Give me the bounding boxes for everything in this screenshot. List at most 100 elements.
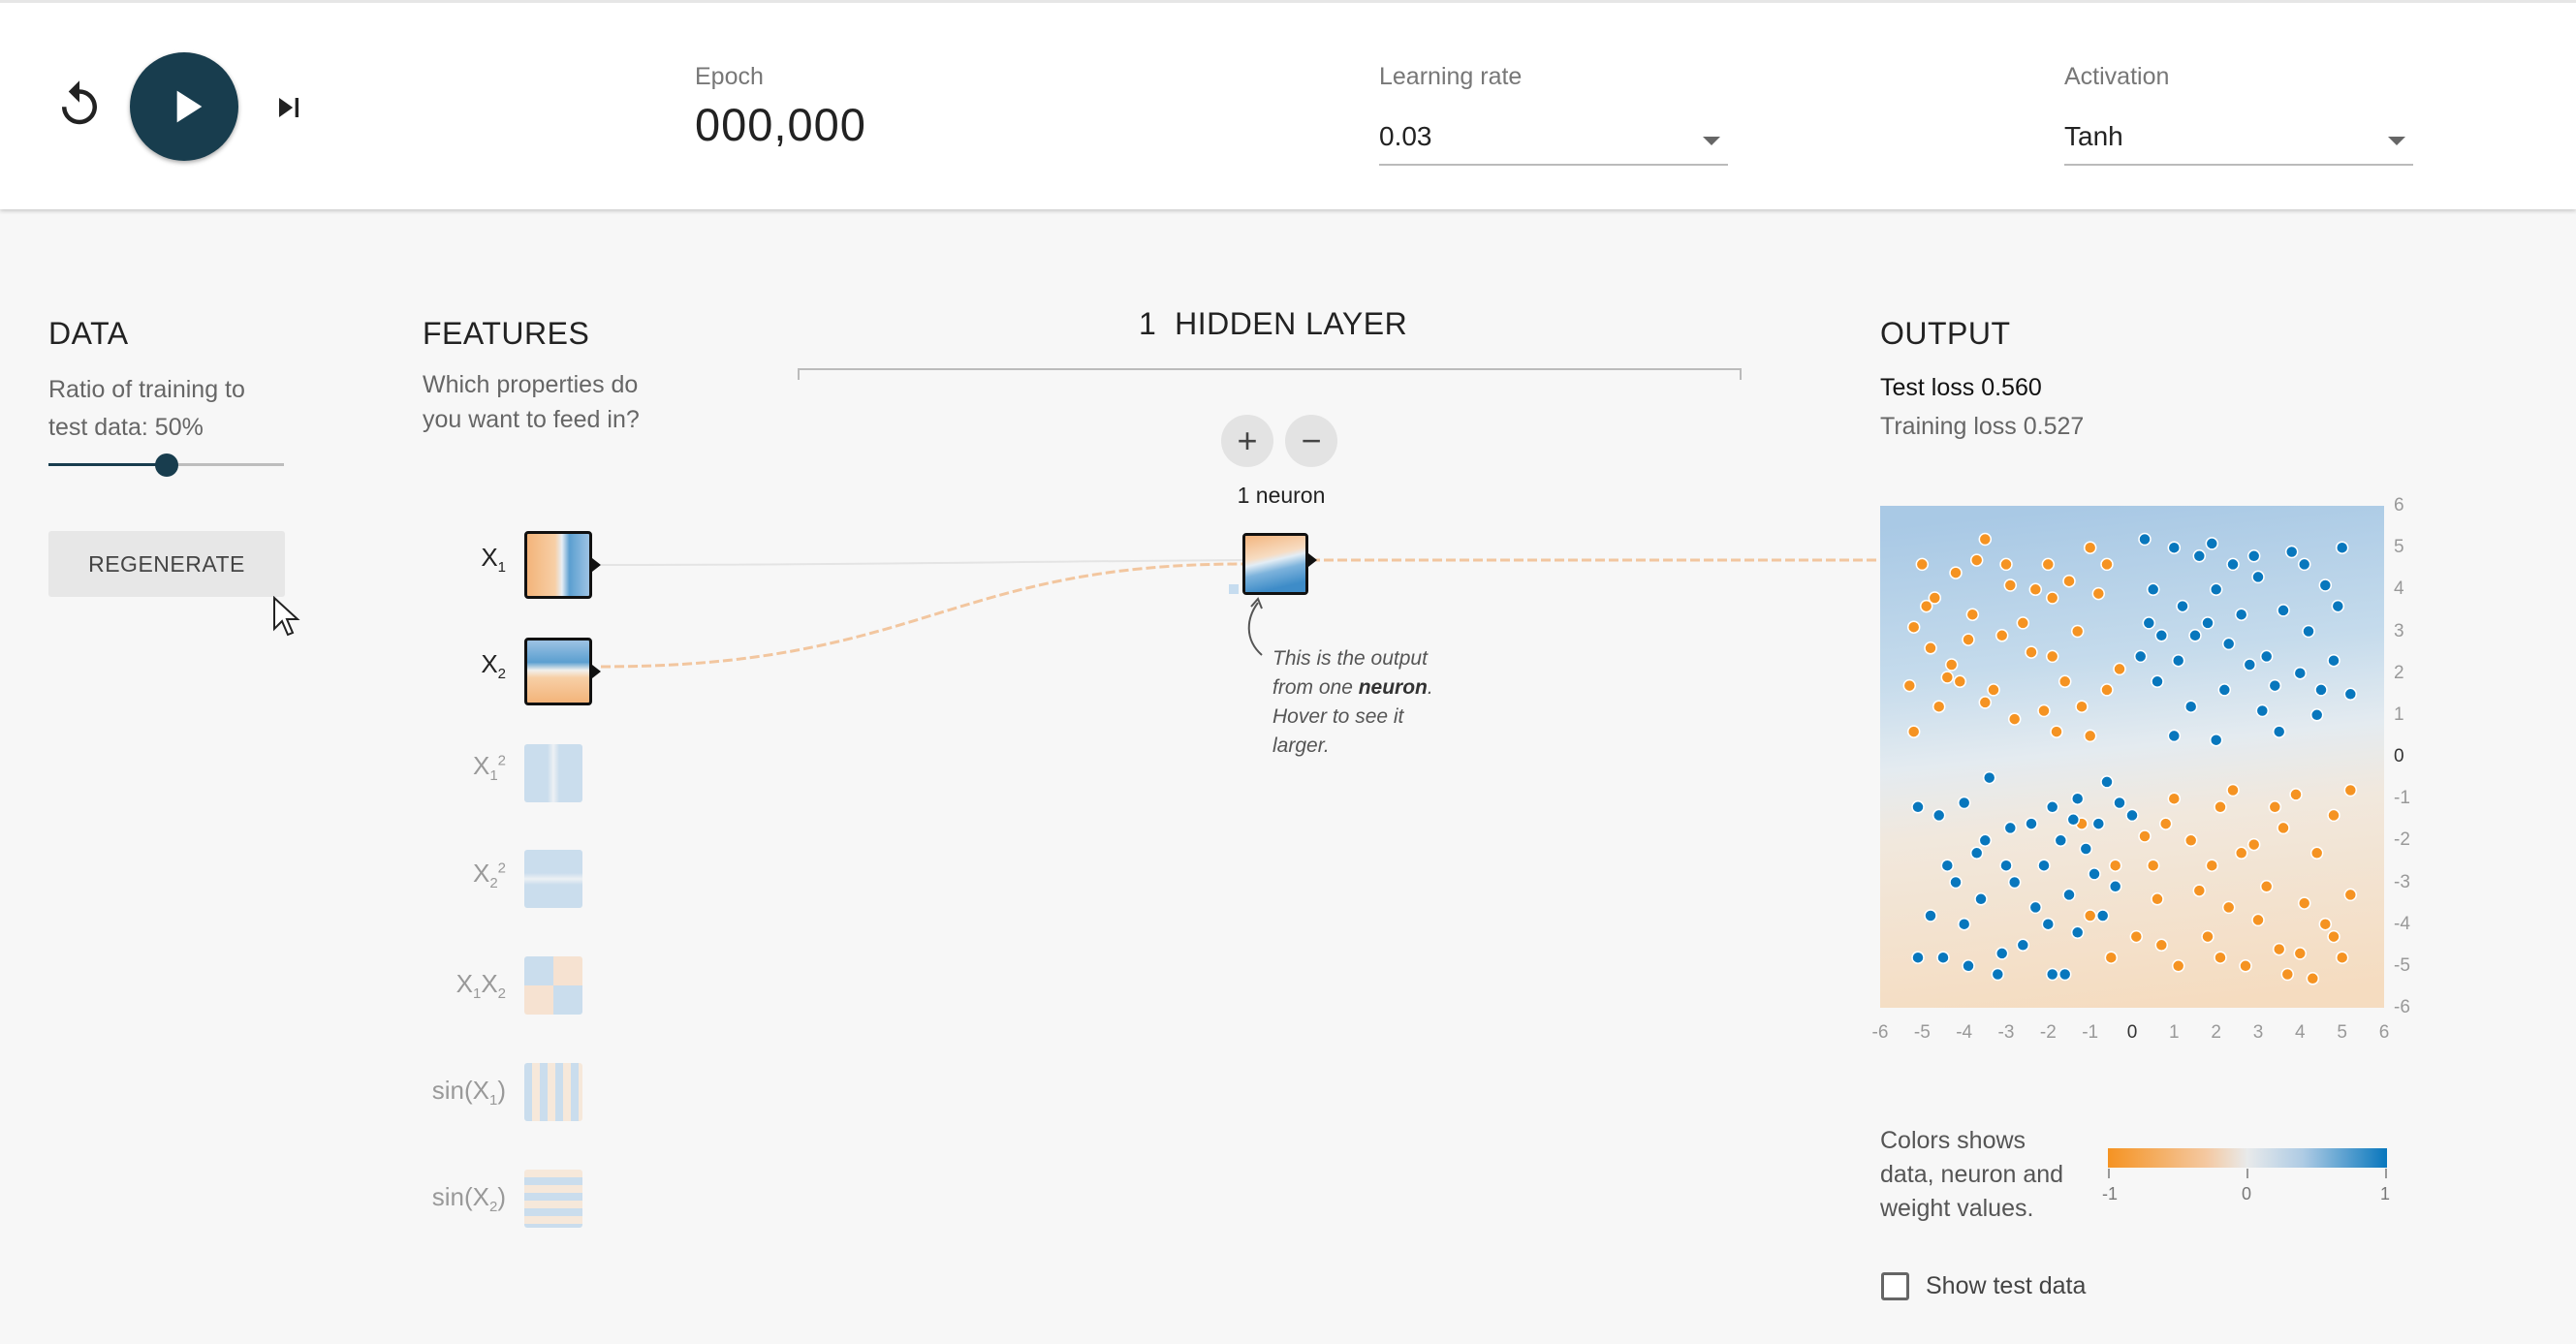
colorbar-mark-min: [2108, 1169, 2110, 1178]
step-icon[interactable]: [269, 88, 308, 127]
x-tick-label: 3: [2252, 1022, 2264, 1043]
activation-select[interactable]: Tanh: [2064, 104, 2413, 166]
data-point: [2142, 616, 2156, 630]
data-point: [2335, 541, 2349, 554]
data-point: [2272, 725, 2286, 738]
data-point: [2167, 792, 2182, 805]
feature-x1sq-base: X: [472, 751, 490, 780]
y-tick-label: 4: [2394, 578, 2404, 600]
data-point: [2246, 549, 2261, 563]
feature-sin-x2-toggle[interactable]: [524, 1170, 582, 1228]
data-point: [2209, 733, 2223, 747]
regenerate-button[interactable]: REGENERATE: [48, 531, 285, 597]
data-point: [2183, 833, 2198, 848]
feature-x2-toggle[interactable]: [524, 638, 592, 705]
feature-x2sq-sub: 2: [489, 875, 498, 892]
neuron-port: [1308, 553, 1317, 567]
ratio-slider-fill: [48, 463, 167, 466]
data-point: [2151, 892, 2164, 906]
learning-rate-select[interactable]: 0.03: [1379, 104, 1728, 166]
data-point: [1932, 808, 1946, 823]
feature-sinx1-base: sin(X: [431, 1076, 489, 1105]
feature-x1-port: [592, 558, 601, 572]
neuron-node[interactable]: [1242, 533, 1308, 595]
data-point: [1969, 553, 1984, 567]
play-button[interactable]: [130, 52, 238, 161]
data-point: [2108, 880, 2122, 893]
epoch-label: Epoch: [695, 63, 764, 90]
data-point: [2234, 608, 2248, 621]
data-point: [2176, 599, 2189, 613]
data-point: [2255, 703, 2270, 718]
data-point: [1962, 633, 1975, 646]
data-point: [1924, 641, 1937, 655]
data-point: [2205, 859, 2219, 872]
data-point: [2041, 917, 2056, 931]
y-tick-label: 1: [2394, 703, 2404, 725]
data-point: [2083, 729, 2097, 743]
data-point: [2171, 653, 2185, 668]
note-line2: from one neuron.: [1272, 673, 1466, 703]
features-subtitle: Which properties do you want to feed in?: [423, 367, 640, 437]
data-title: DATA: [48, 316, 129, 351]
show-test-data-checkbox[interactable]: [1881, 1272, 1909, 1300]
ratio-label-line2: test data: 50%: [48, 414, 204, 441]
data-point: [1915, 557, 1930, 572]
feature-x1x2-base1: X: [456, 969, 473, 998]
data-point: [1924, 909, 1937, 922]
feature-sinx1-tail: ): [497, 1076, 506, 1105]
data-point: [2246, 837, 2261, 852]
data-point: [2171, 959, 2185, 973]
data-point: [2138, 532, 2152, 547]
data-point: [2062, 888, 2076, 902]
output-scatter-plot[interactable]: [1880, 506, 2384, 1008]
feature-x1sq-sub: 1: [489, 767, 498, 785]
feature-x2-squared-toggle[interactable]: [524, 850, 582, 908]
data-point: [2100, 775, 2114, 789]
data-point: [2058, 674, 2072, 689]
data-point: [2028, 582, 2043, 597]
data-point: [2309, 846, 2324, 860]
test-loss: Test loss 0.560: [1880, 374, 2042, 401]
remove-neuron-button[interactable]: −: [1285, 415, 1337, 467]
data-point: [1902, 678, 1917, 693]
data-point: [1949, 875, 1963, 890]
feature-x1x2-toggle[interactable]: [524, 956, 582, 1015]
data-point: [2007, 875, 2022, 890]
y-tick-label: -4: [2394, 913, 2410, 934]
data-point: [2335, 951, 2349, 964]
data-point: [2037, 859, 2051, 872]
data-point: [2025, 645, 2038, 659]
x-tick-label: 2: [2211, 1022, 2221, 1043]
show-test-data-label[interactable]: Show test data: [1926, 1272, 2086, 1300]
data-point: [2003, 821, 2018, 835]
feature-x1-squared-toggle[interactable]: [524, 744, 582, 802]
data-point: [2318, 578, 2333, 592]
data-point: [2221, 637, 2236, 651]
y-tick-label: 5: [2394, 537, 2404, 558]
ratio-slider-thumb[interactable]: [154, 453, 178, 477]
data-point: [1919, 599, 1933, 613]
feature-x1-sub: 1: [497, 559, 506, 577]
add-neuron-button[interactable]: +: [1221, 415, 1273, 467]
data-point: [2079, 842, 2093, 856]
y-tick-label: 3: [2394, 620, 2404, 641]
data-point: [2234, 846, 2248, 860]
x-tick-label: -5: [1913, 1022, 1931, 1043]
neuron-bias-marker: [1229, 584, 1239, 594]
hidden-layer-bracket: [798, 368, 1742, 380]
data-point: [1999, 557, 2013, 572]
ratio-slider[interactable]: [48, 453, 284, 477]
feature-sin-x1-toggle[interactable]: [524, 1063, 582, 1121]
colorbar-tick-min: -1: [2102, 1184, 2119, 1203]
features-title: FEATURES: [423, 316, 590, 351]
reset-icon[interactable]: [53, 78, 106, 131]
data-point: [2205, 537, 2219, 550]
data-point: [2058, 967, 2072, 982]
data-point: [2221, 900, 2236, 915]
data-point: [2095, 909, 2110, 922]
data-point: [2129, 929, 2144, 944]
feature-x1-toggle[interactable]: [524, 531, 592, 599]
note-line1: This is the output: [1272, 647, 1428, 670]
data-point: [1962, 959, 1975, 973]
